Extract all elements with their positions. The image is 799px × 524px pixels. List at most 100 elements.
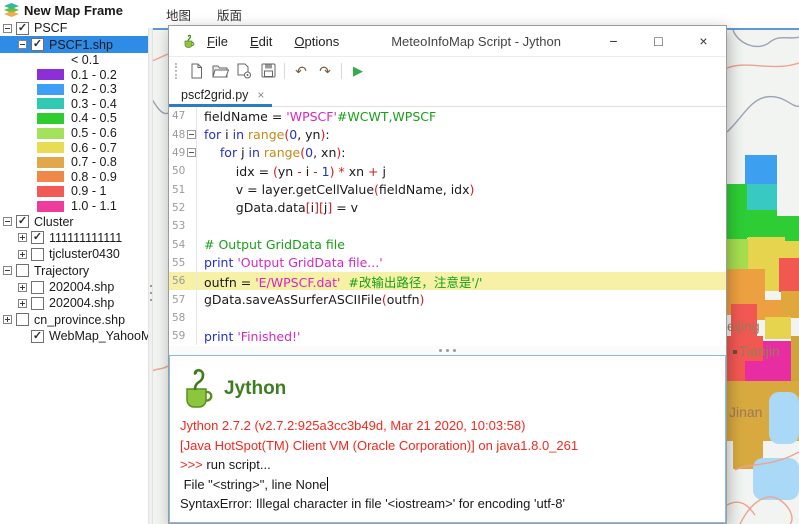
line-number-gutter: 51 (169, 180, 197, 198)
layer-item-PSCF1.shp[interactable]: ✓PSCF1.shp (0, 36, 148, 52)
code-token: print (204, 255, 233, 270)
editor-console-splitter[interactable] (169, 346, 726, 355)
layer-item-202004.shp[interactable]: 202004.shp (0, 295, 148, 311)
legend-item[interactable]: 0.7 - 0.8 (0, 155, 148, 170)
fold-collapse-icon[interactable] (187, 130, 196, 139)
expander-toggle[interactable] (18, 233, 27, 242)
expander-toggle[interactable] (18, 250, 27, 259)
layer-checkbox[interactable]: ✓ (31, 231, 44, 244)
map-water-body (769, 392, 799, 444)
code-token: ][ (314, 200, 324, 215)
legend-item[interactable]: 0.4 - 0.5 (0, 111, 148, 126)
legend-item[interactable]: 0.2 - 0.3 (0, 82, 148, 97)
layer-item-202004.shp[interactable]: 202004.shp (0, 279, 148, 295)
layer-checkbox[interactable] (31, 297, 44, 310)
expander-toggle[interactable] (3, 266, 12, 275)
legend-item[interactable]: 1.0 - 1.1 (0, 199, 148, 214)
expander-toggle[interactable] (3, 24, 12, 33)
code-token: ) (470, 182, 475, 197)
console-text: [Java HotSpot(TM) Client VM (Oracle Corp… (180, 438, 578, 453)
legend-item[interactable]: 0.5 - 0.6 (0, 126, 148, 141)
layer-item-cn_province.shp[interactable]: cn_province.shp (0, 312, 148, 328)
line-number: 57 (169, 294, 187, 306)
panel-splitter[interactable] (148, 28, 153, 524)
redo-button[interactable]: ↷ (313, 60, 337, 82)
layer-checkbox[interactable]: ✓ (31, 38, 44, 51)
tab-layout[interactable]: 版面 (217, 5, 242, 24)
layer-checkbox[interactable] (31, 248, 44, 261)
maximize-button[interactable]: □ (636, 27, 681, 56)
expander-toggle[interactable] (18, 299, 27, 308)
save-button[interactable] (256, 60, 280, 82)
console-text: >>> (180, 457, 206, 472)
titlebar[interactable]: File Edit Options MeteoInfoMap Script - … (169, 26, 726, 57)
line-number: 47 (169, 110, 187, 122)
save-as-button[interactable] (232, 60, 256, 82)
layer-item-Trajectory[interactable]: Trajectory (0, 262, 148, 278)
legend-item[interactable]: < 0.1 (0, 53, 148, 68)
layer-checkbox[interactable] (16, 264, 29, 277)
editor-tab-pscf2grid[interactable]: pscf2grid.py × (169, 84, 272, 106)
code-token: #WCWT,WPSCF (337, 109, 436, 124)
layer-checkbox[interactable]: ✓ (16, 215, 29, 228)
minimize-button[interactable]: − (591, 27, 636, 56)
expander-toggle[interactable] (18, 283, 27, 292)
code-token: j (237, 145, 248, 160)
code-token: gData.data (204, 200, 306, 215)
code-text: # Output GridData file (197, 237, 345, 252)
code-line: 49 for j in range(0, xn): (169, 144, 726, 162)
code-line: 48for i in range(0, yn): (169, 125, 726, 143)
legend-item[interactable]: 0.1 - 0.2 (0, 67, 148, 82)
code-token: , xn (313, 145, 336, 160)
script-window: File Edit Options MeteoInfoMap Script - … (168, 25, 727, 524)
undo-button[interactable]: ↶ (289, 60, 313, 82)
expander-toggle[interactable] (3, 315, 12, 324)
layer-item-Cluster[interactable]: ✓Cluster (0, 213, 148, 229)
code-line: 56outfn = 'E/WPSCF.dat' #改输出路径，注意是'/' (169, 272, 726, 290)
map-grid-cell (747, 184, 777, 211)
legend-item[interactable]: 0.9 - 1 (0, 184, 148, 199)
layer-checkbox[interactable] (16, 313, 29, 326)
legend-item[interactable]: 0.3 - 0.4 (0, 97, 148, 112)
map-frame-label: New Map Frame (24, 3, 123, 18)
menu-file[interactable]: File (207, 34, 228, 49)
code-line: 59print 'Finished!' (169, 327, 726, 345)
run-script-button[interactable]: ▶ (346, 60, 370, 82)
console-panel[interactable]: Jython Jython 2.7.2 (v2.7.2:925a3cc3b49d… (169, 355, 726, 523)
map-frame-node[interactable]: New Map Frame (0, 0, 148, 20)
code-text: outfn = 'E/WPSCF.dat' #改输出路径，注意是'/' (197, 272, 482, 291)
new-file-button[interactable] (184, 60, 208, 82)
legend-swatch (37, 69, 64, 80)
close-button[interactable]: × (681, 27, 726, 56)
tab-map[interactable]: 地图 (166, 5, 191, 24)
menu-options[interactable]: Options (294, 34, 339, 49)
layer-checkbox[interactable]: ✓ (16, 22, 29, 35)
open-file-button[interactable] (208, 60, 232, 82)
layer-item-WebMap_YahooMap[interactable]: ✓WebMap_YahooMap (0, 328, 148, 344)
code-token: + (368, 164, 378, 179)
legend-label: < 0.1 (71, 53, 99, 67)
line-number-gutter: 48 (169, 125, 197, 143)
fold-collapse-icon[interactable] (187, 148, 196, 157)
expander-toggle[interactable] (18, 40, 27, 49)
layer-label: 202004.shp (49, 296, 114, 310)
code-editor[interactable]: 47fieldName = 'WPSCF'#WCWT,WPSCF48for i … (169, 107, 726, 346)
layer-label: PSCF (34, 21, 67, 35)
legend-item[interactable]: 0.6 - 0.7 (0, 140, 148, 155)
layer-item-tjcluster0430[interactable]: tjcluster0430 (0, 246, 148, 262)
code-token: in (249, 145, 260, 160)
line-number: 52 (169, 202, 187, 214)
meteoinfomap-app: eijingTianjinJinan 地图 版面 New Map Frame ✓… (0, 0, 799, 524)
legend-swatch (37, 186, 64, 197)
expander-toggle[interactable] (3, 217, 12, 226)
layer-checkbox[interactable]: ✓ (31, 330, 44, 343)
legend-item[interactable]: 0.8 - 0.9 (0, 170, 148, 185)
menu-edit[interactable]: Edit (250, 34, 272, 49)
tab-close-icon[interactable]: × (257, 88, 264, 102)
line-number: 59 (169, 330, 187, 342)
layer-item-111111111111[interactable]: ✓111111111111 (0, 230, 148, 246)
line-number: 50 (169, 165, 187, 177)
layer-checkbox[interactable] (31, 281, 44, 294)
layer-item-PSCF[interactable]: ✓ PSCF (0, 20, 148, 36)
code-token: # Output GridData file (204, 237, 345, 252)
